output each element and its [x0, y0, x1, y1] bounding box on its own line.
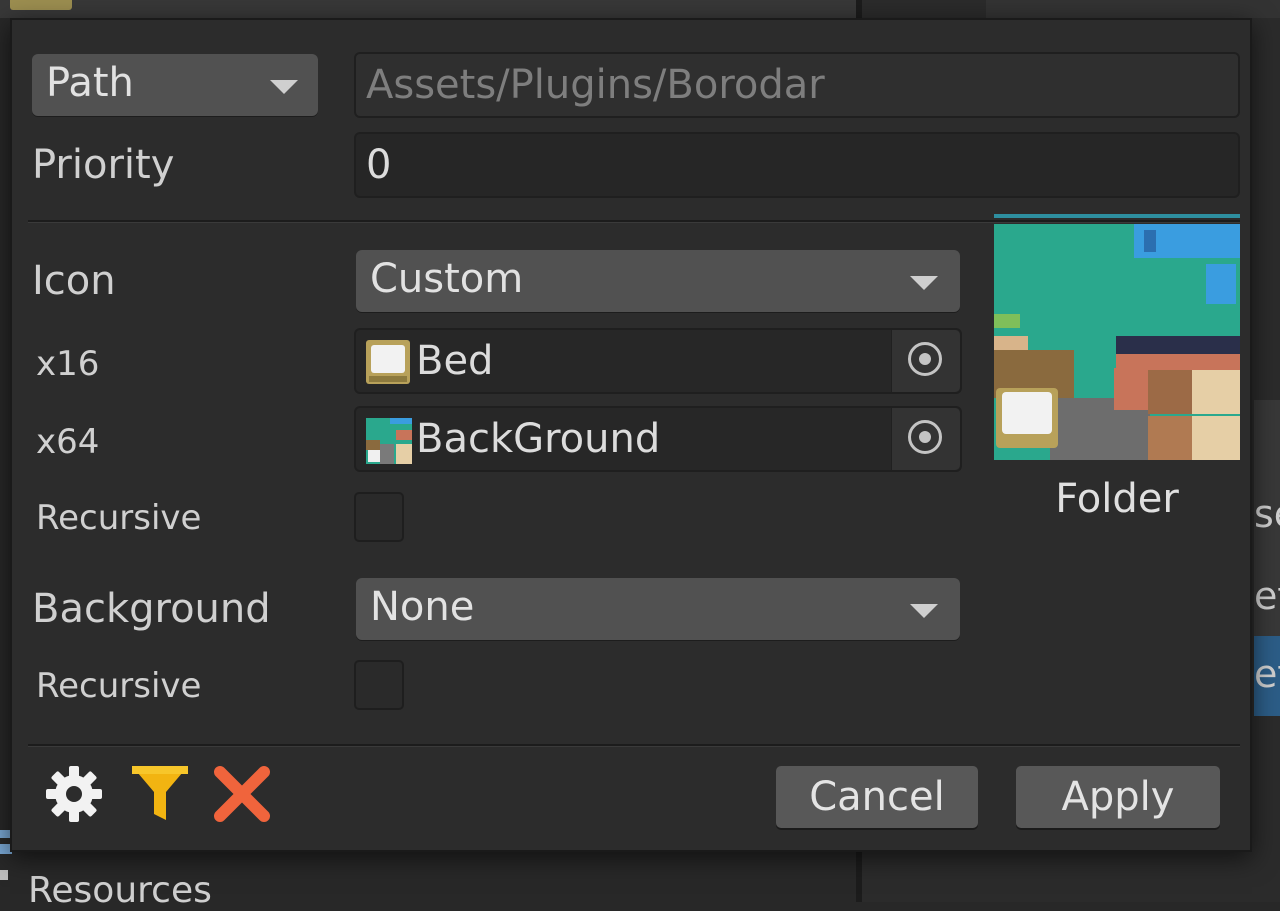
background-recursive-checkbox[interactable]: [354, 660, 404, 710]
folder-preview-image: [994, 224, 1240, 460]
object-picker-button[interactable]: [891, 408, 960, 470]
target-circle-icon: [908, 420, 942, 454]
right-list-item[interactable]: et: [1254, 574, 1280, 618]
icon-type-value: Custom: [370, 256, 524, 302]
funnel-icon[interactable]: [130, 762, 190, 824]
chevron-down-icon: [910, 604, 938, 618]
background-sprite-icon: [366, 418, 412, 464]
preview-caption: Folder: [1055, 476, 1179, 522]
path-mode-label: Path: [46, 60, 134, 106]
background-type-dropdown[interactable]: None: [356, 578, 960, 640]
folder-rule-popup: Path Assets/Plugins/Borodar Priority 0 I…: [10, 18, 1252, 852]
background-folder-icon: [10, 0, 72, 10]
background-label: Background: [32, 586, 271, 632]
gear-icon[interactable]: [44, 764, 104, 824]
chevron-down-icon: [270, 80, 298, 94]
preview-top-strip: [994, 214, 1240, 218]
section-divider: [28, 220, 1240, 223]
x64-object-field[interactable]: BackGround: [354, 406, 962, 472]
bed-sprite-icon: [366, 340, 410, 384]
cancel-button[interactable]: Cancel: [776, 766, 978, 828]
path-input[interactable]: Assets/Plugins/Borodar: [354, 52, 1240, 118]
icon-label: Icon: [32, 258, 116, 304]
background-recursive-label: Recursive: [36, 666, 202, 706]
icon-recursive-label: Recursive: [36, 498, 202, 538]
right-panel-header: [986, 0, 1280, 18]
x16-label: x16: [36, 344, 100, 384]
priority-input[interactable]: 0: [354, 132, 1240, 198]
object-picker-button[interactable]: [891, 330, 960, 392]
priority-value: 0: [366, 142, 392, 188]
icon-recursive-checkbox[interactable]: [354, 492, 404, 542]
path-value: Assets/Plugins/Borodar: [366, 62, 825, 108]
apply-button[interactable]: Apply: [1016, 766, 1220, 828]
background-toolbar-strip: [0, 0, 858, 18]
x16-object-name: Bed: [416, 338, 494, 384]
path-mode-dropdown[interactable]: Path: [32, 54, 318, 116]
chevron-down-icon: [910, 276, 938, 290]
x64-label: x64: [36, 422, 100, 462]
folder-item-resources[interactable]: Resources: [28, 870, 212, 911]
priority-label: Priority: [32, 142, 175, 188]
right-list-item[interactable]: se: [1254, 492, 1280, 536]
background-type-value: None: [370, 584, 475, 630]
right-list-item-selected[interactable]: et: [1254, 652, 1280, 696]
x16-object-field[interactable]: Bed: [354, 328, 962, 394]
x64-object-name: BackGround: [416, 416, 661, 462]
icon-type-dropdown[interactable]: Custom: [356, 250, 960, 312]
footer-divider: [28, 744, 1240, 747]
close-x-icon[interactable]: [212, 764, 272, 824]
target-circle-icon: [908, 342, 942, 376]
